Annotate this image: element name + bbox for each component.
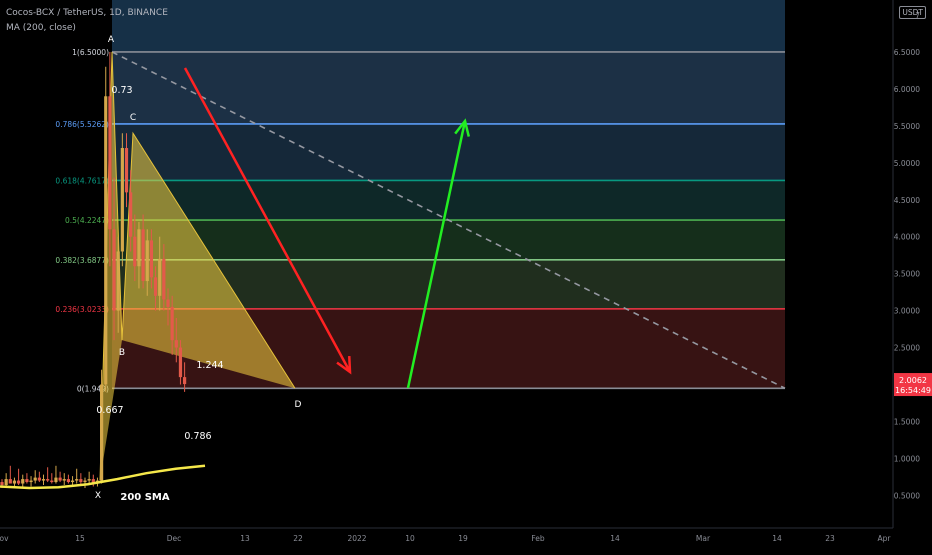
pattern-point-C: C xyxy=(130,113,136,123)
candle-body xyxy=(70,480,75,483)
candle-body xyxy=(58,477,62,481)
candle-body xyxy=(162,258,166,300)
fib-level-label: 0.786(5.5262) xyxy=(55,120,109,129)
candle-body xyxy=(17,480,21,484)
x-tick-label: Feb xyxy=(531,534,545,543)
candle-body xyxy=(75,479,79,481)
candle-body xyxy=(87,479,91,481)
candle-body xyxy=(25,479,29,483)
current-price-value: 2.0062 xyxy=(899,376,927,385)
x-tick-label: 10 xyxy=(405,534,415,543)
candle-body xyxy=(4,479,8,486)
x-tick-label: Apr xyxy=(878,534,892,543)
candle-body xyxy=(141,229,145,282)
candle-body xyxy=(29,480,33,483)
sma-200-label: 200 SMA xyxy=(120,492,170,503)
candle-body xyxy=(112,229,116,311)
candle-body xyxy=(66,479,70,483)
pattern-ratio-label: 0.786 xyxy=(184,431,211,442)
x-tick-label: 22 xyxy=(293,534,303,543)
x-tick-label: 13 xyxy=(240,534,250,543)
y-tick-label: 6.5000 xyxy=(894,48,920,57)
pattern-point-X: X xyxy=(95,491,101,501)
x-tick-label: 14 xyxy=(772,534,782,543)
pattern-point-A: A xyxy=(108,35,115,45)
x-tick-label: Dec xyxy=(167,534,182,543)
candle-body xyxy=(170,306,174,341)
candle-body xyxy=(133,236,137,267)
candle-body xyxy=(37,477,41,481)
pattern-ratio-label: 0.73 xyxy=(111,85,132,96)
y-tick-label: 3.5000 xyxy=(894,270,920,279)
candle-body xyxy=(0,482,4,486)
x-tick-label: 14 xyxy=(610,534,620,543)
candle-body xyxy=(108,96,112,230)
y-tick-label: 5.5000 xyxy=(894,122,920,131)
y-tick-label: 4.5000 xyxy=(894,196,920,205)
y-tick-label: 1.0000 xyxy=(894,454,920,463)
symbol-title: Cocos-BCX / TetherUS, 1D, BINANCE xyxy=(6,8,168,18)
candle-body xyxy=(21,479,25,484)
candle-body xyxy=(153,277,158,296)
candle-body xyxy=(129,192,133,237)
x-tick-label: 23 xyxy=(825,534,835,543)
candle-body xyxy=(120,148,124,252)
candle-body xyxy=(104,96,108,385)
chart-svg[interactable]: 1(6.5000) 0.786(5.5262) 0.618(4.7617) 0.5(4… xyxy=(0,0,932,550)
fib-level-label: 0.5(4.2247) xyxy=(65,216,109,225)
fib-band xyxy=(112,220,785,260)
y-tick-label: 5.0000 xyxy=(894,159,920,168)
chart-area[interactable]: 1(6.5000) 0.786(5.5262) 0.618(4.7617) 0.5(4… xyxy=(0,0,932,550)
candle-body xyxy=(46,479,50,481)
pattern-point-B: B xyxy=(119,348,125,358)
candle-body xyxy=(83,480,87,483)
pattern-ratio-label: 1.244 xyxy=(196,360,223,371)
y-tick-label: 2.5000 xyxy=(894,344,920,353)
y-tick-label: 0.5000 xyxy=(894,491,920,500)
fib-band xyxy=(112,123,785,181)
y-tick-label: 1.5000 xyxy=(894,417,920,426)
fib-level-label: 0.618(4.7617) xyxy=(55,176,109,185)
x-tick-label: ov xyxy=(0,534,9,543)
fib-band-top xyxy=(112,0,785,52)
x-tick-label: 15 xyxy=(75,534,85,543)
x-tick-label: Mar xyxy=(696,534,711,543)
x-tick-label: 19 xyxy=(458,534,468,543)
candle-body xyxy=(8,479,12,484)
candle-body xyxy=(166,299,170,307)
indicator-legend: MA (200, close) xyxy=(6,23,76,33)
candle-body xyxy=(158,258,162,296)
candle-body xyxy=(124,148,129,193)
candle-body xyxy=(149,240,153,278)
candle-body xyxy=(79,479,83,483)
fib-level-label: 0.236(3.0233) xyxy=(55,305,109,314)
pattern-ratio-label: 0.667 xyxy=(96,405,123,416)
fib-band xyxy=(112,51,785,124)
currency-selector[interactable]: USDT xyxy=(899,6,926,19)
candle-body xyxy=(178,347,183,378)
fib-level-label: 1(6.5000) xyxy=(72,48,109,57)
candle-body xyxy=(145,240,149,282)
y-tick-label: 4.0000 xyxy=(894,233,920,242)
candle-body xyxy=(62,479,66,481)
candle-body xyxy=(116,251,120,311)
candle-body xyxy=(137,229,141,267)
candle-body xyxy=(12,480,17,484)
candle-body xyxy=(174,340,178,348)
pattern-point-D: D xyxy=(295,400,302,410)
y-tick-label: 3.0000 xyxy=(894,307,920,316)
candle-body xyxy=(41,479,46,481)
fib-level-label: 0.382(3.6877) xyxy=(55,256,109,265)
x-tick-label: 2022 xyxy=(347,534,366,543)
candle-body xyxy=(100,384,104,481)
y-tick-label: 6.0000 xyxy=(894,85,920,94)
candle-body xyxy=(54,477,58,483)
bar-countdown: 16:54:49 xyxy=(895,386,931,395)
candle-body xyxy=(50,480,54,483)
candle-body xyxy=(183,377,187,385)
candle-body xyxy=(33,477,37,481)
